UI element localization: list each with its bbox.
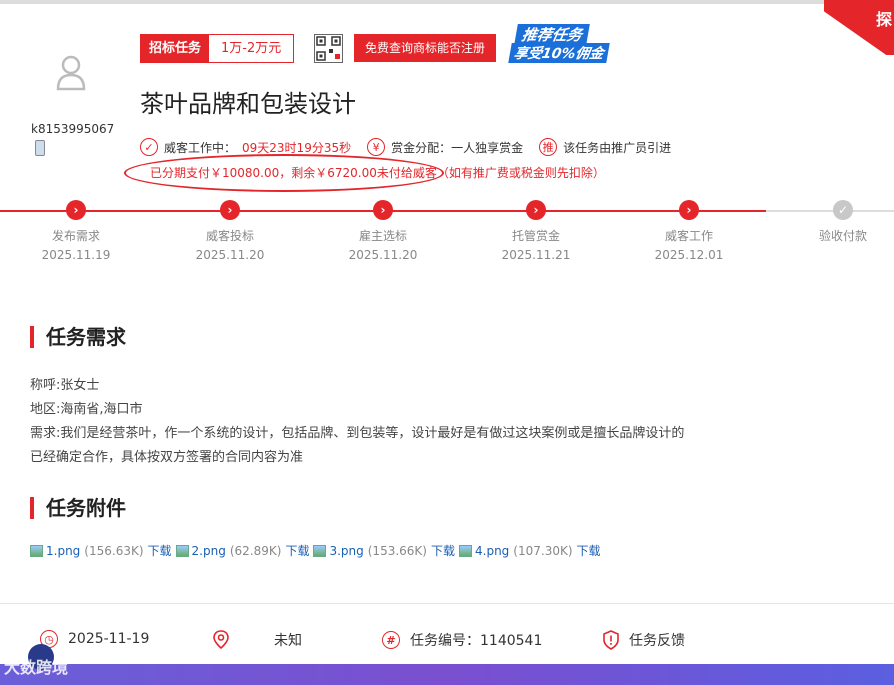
attachment-name[interactable]: 2.png — [192, 544, 226, 558]
image-file-icon — [175, 544, 189, 557]
task-number: # 任务编号：1140541 — [382, 630, 542, 650]
hash-icon: # — [382, 631, 400, 649]
bid-type-label: 招标任务 — [141, 35, 210, 62]
need-line: 需求:我们是经营茶叶，作一个系统的设计，包括品牌、到包装等，设计最好是有做过这块… — [30, 426, 685, 441]
attachment-list: 1.png (156.63K) 下载 2.png (62.89K) 下载 3.p… — [30, 542, 605, 559]
publish-date-text: 2025-11-19 — [68, 631, 150, 647]
promo-line-2: 享受10%佣金 — [508, 43, 610, 63]
bottom-banner[interactable] — [0, 664, 894, 685]
footer-divider — [0, 603, 894, 604]
step-arrow-icon: › — [373, 200, 393, 220]
shield-alert-icon — [603, 630, 619, 650]
download-link[interactable]: 下载 — [431, 542, 455, 559]
attachment-item: 1.png (156.63K) 下载 — [30, 542, 172, 559]
attachment-size: (62.89K) — [229, 543, 282, 558]
location: 未知 — [212, 630, 302, 650]
download-link[interactable]: 下载 — [577, 542, 601, 559]
corner-ribbon-text: 探 — [875, 10, 892, 29]
step-work: › 威客工作 2025.12.01 — [634, 200, 744, 262]
work-status-label: 威客工作中： — [164, 140, 237, 155]
top-border — [0, 0, 894, 4]
step-escrow: › 托管赏金 2025.11.21 — [481, 200, 591, 262]
attachment-size: (156.63K) — [84, 543, 144, 558]
trademark-check-button[interactable]: 免费查询商标能否注册 — [354, 34, 496, 62]
task-footer: ◷ 2025-11-19 未知 # 任务编号：1140541 任务反馈 — [0, 630, 894, 656]
attachment-size: (107.30K) — [513, 543, 573, 558]
promo-banner[interactable]: 推荐任务 享受10%佣金 — [508, 24, 628, 64]
requirements-body: 称呼:张女士 地区:海南省,海口市 需求:我们是经营茶叶，作一个系统的设计，包括… — [30, 374, 684, 470]
attachment-name[interactable]: 1.png — [46, 544, 80, 558]
progress-steps: › 发布需求 2025.11.19 › 威客投标 2025.11.20 › 雇主… — [0, 200, 894, 270]
image-file-icon — [313, 544, 327, 557]
attachment-item: 2.png (62.89K) 下载 — [175, 542, 309, 559]
image-file-icon — [459, 544, 472, 557]
task-number-text: 任务编号：1140541 — [410, 633, 543, 649]
user-avatar-icon — [56, 55, 86, 91]
yen-icon: ¥ — [367, 138, 386, 156]
step-arrow-icon: › — [526, 200, 546, 220]
countdown-timer: 09天23时19分35秒 — [242, 140, 352, 155]
download-link[interactable]: 下载 — [285, 542, 309, 559]
contact-line: 称呼:张女士 — [30, 378, 100, 393]
requirements-heading: 任务需求 — [30, 326, 126, 348]
attachment-item: 3.png (153.66K) 下载 — [313, 542, 455, 559]
contract-line: 已经确定合作，具体按双方签署的合同内容为准 — [30, 450, 304, 465]
phone-verified-icon — [35, 140, 45, 156]
attachment-size: (153.66K) — [367, 543, 427, 558]
watermark: 大数跨境 — [4, 658, 69, 677]
region-line: 地区:海南省,海口市 — [30, 402, 143, 417]
step-bid: › 威客投标 2025.11.20 — [175, 200, 285, 262]
image-file-icon — [30, 544, 43, 557]
location-pin-icon — [213, 630, 229, 650]
feedback-text: 任务反馈 — [629, 633, 685, 649]
bounty-distribution: 赏金分配：一人独享赏金 — [391, 140, 524, 155]
step-select: › 雇主选标 2025.11.20 — [328, 200, 438, 262]
step-accept: ✓ 验收付款 — [788, 200, 894, 244]
username[interactable]: k8153995067 — [31, 122, 114, 136]
promoter-text: 该任务由推广员引进 — [563, 140, 672, 155]
attachments-heading: 任务附件 — [30, 497, 126, 519]
bid-tag: 招标任务 1万-2万元 — [140, 34, 295, 63]
location-text: 未知 — [274, 633, 302, 649]
task-title: 茶叶品牌和包装设计 — [140, 90, 356, 118]
check-icon: ✓ — [140, 138, 158, 156]
qr-code-icon[interactable] — [314, 34, 343, 63]
task-feedback[interactable]: 任务反馈 — [602, 630, 685, 650]
step-arrow-icon: › — [220, 200, 240, 220]
bid-price: 1万-2万元 — [209, 35, 294, 62]
payment-note: 已分期支付￥10080.00，剩余￥6720.00未付给威客（如有推广费或税金则… — [150, 166, 605, 180]
corner-ribbon[interactable]: 探 — [824, 0, 894, 55]
download-link[interactable]: 下载 — [148, 542, 172, 559]
step-arrow-icon: › — [66, 200, 86, 220]
step-arrow-icon: › — [679, 200, 699, 220]
attachment-name[interactable]: 4.png — [475, 544, 509, 558]
step-publish: › 发布需求 2025.11.19 — [21, 200, 131, 262]
attachment-name[interactable]: 3.png — [329, 544, 363, 558]
promo-line-1: 推荐任务 — [514, 24, 590, 45]
attachment-item: 4.png (107.30K) 下载 — [459, 542, 601, 559]
promoter-badge-icon: 推 — [539, 138, 558, 156]
publish-date: ◷ 2025-11-19 — [40, 630, 149, 648]
step-check-icon: ✓ — [833, 200, 853, 220]
